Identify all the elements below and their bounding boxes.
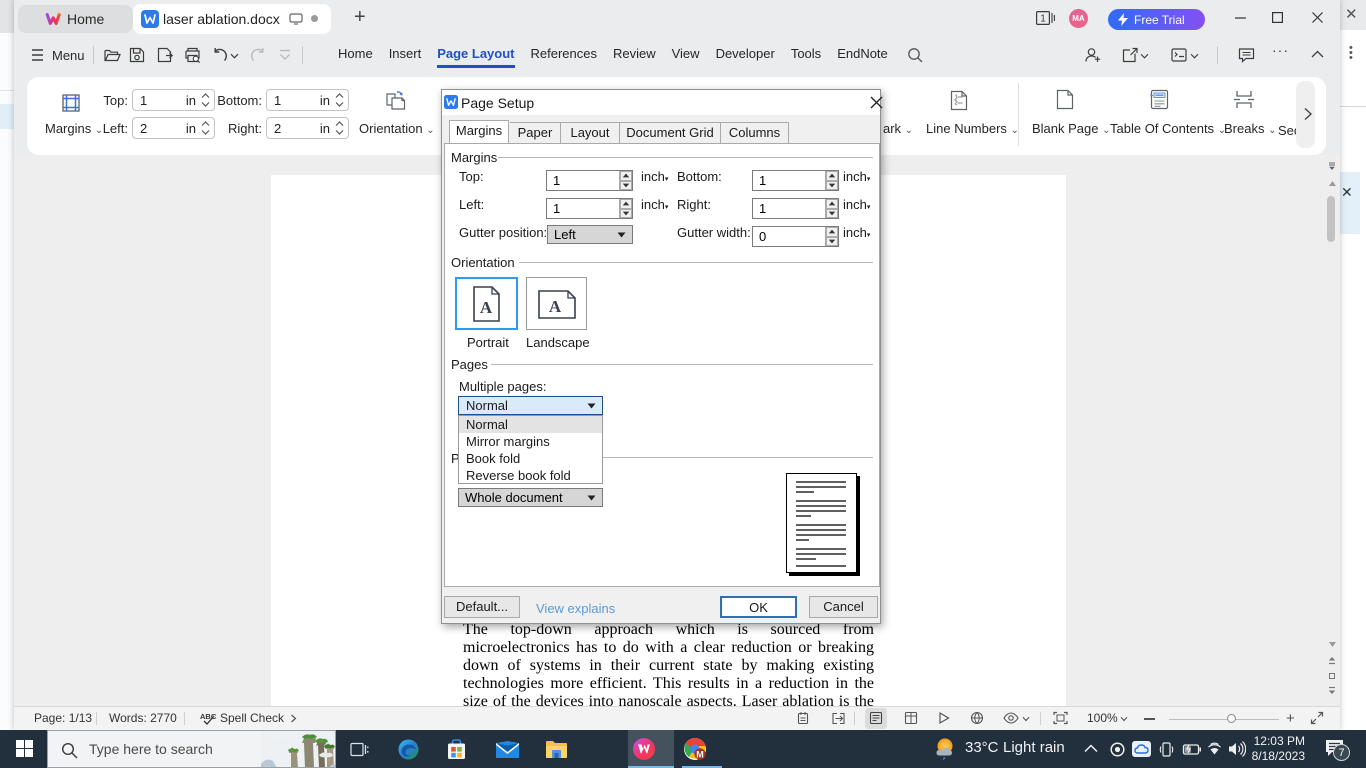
svg-text:2: 2 — [955, 101, 958, 107]
svg-text:A: A — [549, 297, 562, 316]
svg-text:1: 1 — [1040, 14, 1046, 25]
svg-text:M: M — [696, 750, 704, 760]
svg-text:A: A — [480, 298, 493, 317]
